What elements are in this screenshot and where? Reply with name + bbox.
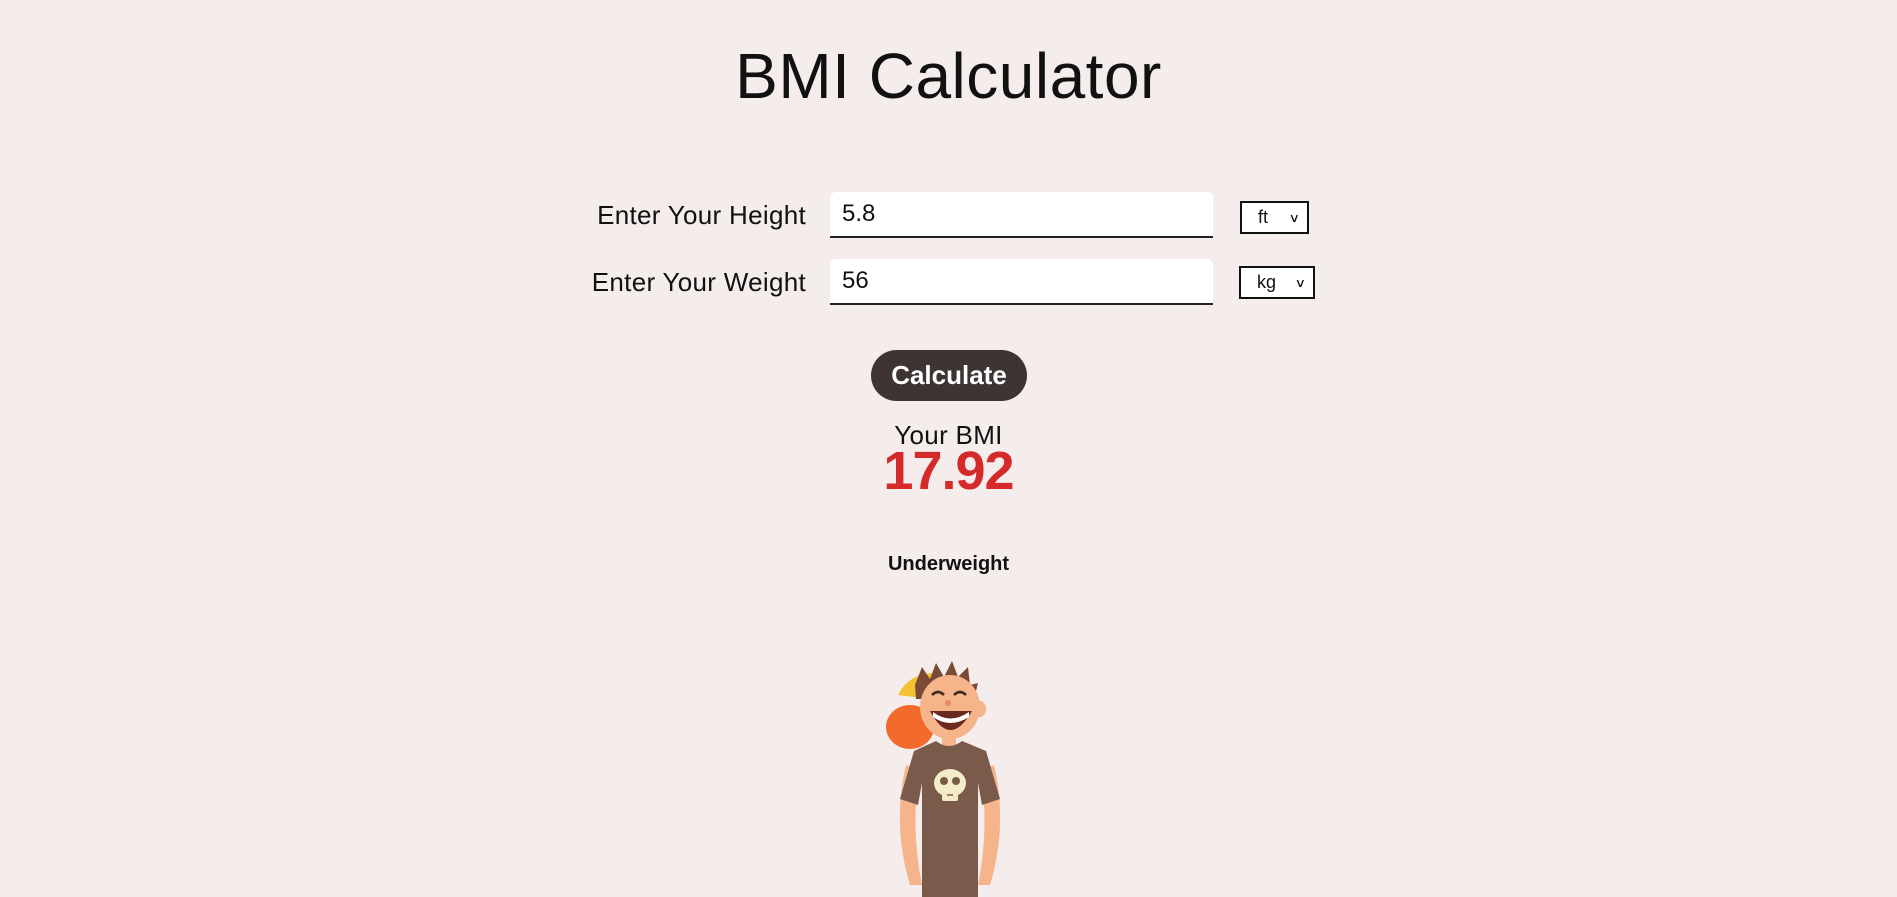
underweight-person-illustration (886, 661, 1001, 897)
weight-unit-select[interactable]: kg ∨ (1239, 266, 1315, 299)
height-input[interactable] (830, 192, 1213, 238)
page-title: BMI Calculator (735, 40, 1162, 112)
bmi-category: Underweight (887, 553, 1010, 575)
bmi-result-value: 17.92 (883, 441, 1014, 501)
ear-icon (974, 701, 986, 717)
nose-icon (945, 700, 951, 706)
height-unit-value: ft (1258, 207, 1269, 227)
height-row: Enter Your Height ft ∨ (0, 192, 1897, 240)
bmi-calculator-page: BMI Calculator Enter Your Height ft ∨ En… (0, 0, 1897, 897)
height-label: Enter Your Height (597, 200, 806, 230)
chevron-down-icon: ∨ (1288, 210, 1301, 225)
weight-input[interactable] (830, 259, 1213, 305)
height-unit-select[interactable]: ft ∨ (1240, 201, 1309, 234)
chevron-down-icon: ∨ (1294, 275, 1307, 290)
weight-row: Enter Your Weight kg ∨ (0, 259, 1897, 307)
weight-unit-value: kg (1257, 272, 1277, 292)
calculate-button[interactable]: Calculate (871, 350, 1027, 401)
weight-label: Enter Your Weight (591, 267, 806, 297)
